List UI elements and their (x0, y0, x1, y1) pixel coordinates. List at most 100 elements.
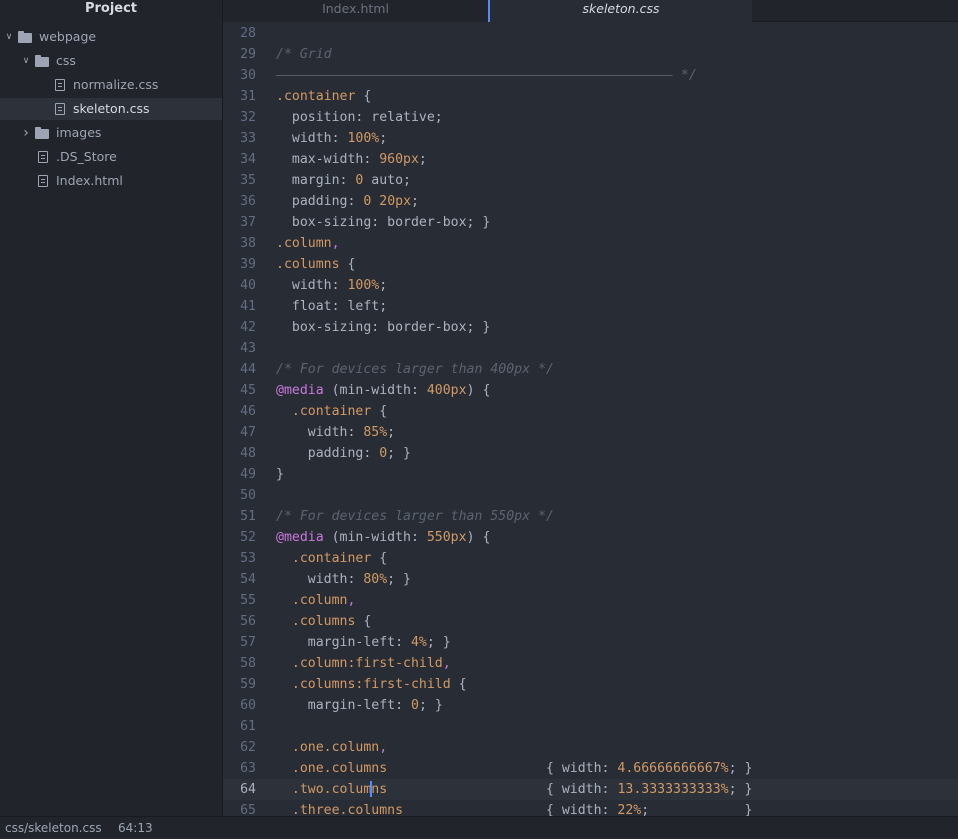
code-line[interactable]: 64 .two.columns { width: 13.3333333333%;… (223, 779, 958, 800)
line-number: 50 (240, 488, 256, 503)
file-icon (38, 175, 48, 187)
code-line[interactable]: 40 width: 100%; (223, 275, 958, 296)
code-text: /* Grid (276, 47, 332, 62)
code-line[interactable]: 48 padding: 0; } (223, 443, 958, 464)
line-number: 63 (240, 761, 256, 776)
line-number: 57 (240, 635, 256, 650)
code-line[interactable]: 59 .columns:first-child { (223, 674, 958, 695)
code-line[interactable]: 32 position: relative; (223, 107, 958, 128)
code-text: .column:first-child, (291, 656, 451, 671)
tree-item-normalize-css[interactable]: normalize.css (0, 74, 222, 96)
line-number: 34 (240, 152, 256, 167)
code-line[interactable]: 61 (223, 716, 958, 737)
code-text: .columns:first-child { (291, 677, 467, 692)
tree-item-images[interactable]: › images (0, 122, 222, 144)
line-number: 35 (240, 173, 256, 188)
tree-item-label: Index.html (56, 173, 123, 188)
code-line[interactable]: 49} (223, 464, 958, 485)
code-line[interactable]: 54 width: 80%; } (223, 569, 958, 590)
code-line[interactable]: 50 (223, 485, 958, 506)
code-text: padding: 0; } (276, 446, 411, 461)
code-line[interactable]: 57 margin-left: 4%; } (223, 632, 958, 653)
code-line[interactable]: 31 .container { (223, 86, 958, 107)
line-number: 33 (240, 131, 256, 146)
code-line[interactable]: 28 (223, 23, 958, 44)
chevron-down-icon[interactable]: ∨ (21, 50, 31, 72)
tree-item-index-html[interactable]: Index.html (0, 170, 222, 192)
code-line[interactable]: 43 (223, 338, 958, 359)
line-number: 36 (240, 194, 256, 209)
line-number: 64 (240, 782, 256, 797)
line-number: 30 (240, 68, 256, 83)
code-line[interactable]: 47 width: 85%; (223, 422, 958, 443)
line-number: 28 (240, 26, 256, 41)
code-text: padding: 0 20px; (276, 194, 419, 209)
line-number: 29 (240, 47, 256, 62)
tab-index-html[interactable]: Index.html (223, 0, 488, 22)
code-line[interactable]: 62 .one.column, (223, 737, 958, 758)
code-text: width: 85%; (276, 425, 396, 440)
tree-item-css[interactable]: ∨ css (0, 50, 222, 72)
code-line[interactable]: 60 margin-left: 0; } (223, 695, 958, 716)
code-text: max-width: 960px; (276, 152, 427, 167)
code-line[interactable]: 37 box-sizing: border-box; } (223, 212, 958, 233)
line-number: 60 (240, 698, 256, 713)
code-text: .column, (276, 236, 340, 251)
code-line[interactable]: 33 width: 100%; (223, 128, 958, 149)
tree-item-label: css (56, 53, 76, 68)
tab-skeleton-css[interactable]: skeleton.css (488, 0, 752, 23)
code-line[interactable]: 56 .columns { (223, 611, 958, 632)
code-line[interactable]: 44 /* For devices larger than 400px */ (223, 359, 958, 380)
code-text: .container { (291, 551, 388, 566)
code-line[interactable]: 65 .three.columns { width: 22%; } (223, 800, 958, 816)
tree-item-label: images (56, 125, 102, 140)
line-number: 52 (240, 530, 256, 545)
tree-item-label: .DS_Store (56, 149, 117, 164)
tab-bar: Index.html skeleton.css (223, 0, 958, 23)
code-line[interactable]: 53 .container { (223, 548, 958, 569)
line-number: 59 (240, 677, 256, 692)
line-number: 62 (240, 740, 256, 755)
code-line[interactable]: 38 .column, (223, 233, 958, 254)
code-text: @media (min-width: 400px) { (276, 383, 491, 398)
chevron-right-icon[interactable]: › (21, 122, 31, 144)
code-line[interactable]: 45 @media (min-width: 400px) { (223, 380, 958, 401)
code-line[interactable]: 34 max-width: 960px; (223, 149, 958, 170)
code-line[interactable]: 63 .one.columns { width: 4.66666666667%;… (223, 758, 958, 779)
code-line[interactable]: 42 box-sizing: border-box; } (223, 317, 958, 338)
code-editor[interactable]: 28 29 /* Grid 30 –––––––––––––––––––––––––––… (223, 22, 958, 816)
folder-icon (35, 127, 49, 139)
code-line[interactable]: 58 .column:first-child, (223, 653, 958, 674)
code-text: box-sizing: border-box; } (276, 320, 491, 335)
line-number: 32 (240, 110, 256, 125)
code-line[interactable]: 39 .columns { (223, 254, 958, 275)
code-line[interactable]: 46 .container { (223, 401, 958, 422)
code-text: margin: 0 auto; (276, 173, 411, 188)
code-line[interactable]: 51 /* For devices larger than 550px */ (223, 506, 958, 527)
code-line[interactable]: 29 /* Grid (223, 44, 958, 65)
line-number: 39 (240, 257, 256, 272)
code-line[interactable]: 36 padding: 0 20px; (223, 191, 958, 212)
chevron-down-icon[interactable]: ∨ (4, 26, 14, 48)
line-number: 61 (240, 719, 256, 734)
status-file-path[interactable]: css/skeleton.css (5, 817, 102, 839)
code-line[interactable]: 55 .column, (223, 590, 958, 611)
tree-item-ds-store[interactable]: .DS_Store (0, 146, 222, 168)
code-line[interactable]: 52 @media (min-width: 550px) { (223, 527, 958, 548)
code-line[interactable]: 30 ––––––––––––––––––––––––––––––––––––––… (223, 65, 958, 86)
cursor-position[interactable]: 64:13 (118, 817, 153, 839)
code-line[interactable]: 35 margin: 0 auto; (223, 170, 958, 191)
code-text: @media (min-width: 550px) { (276, 530, 491, 545)
file-icon (55, 103, 65, 115)
code-line[interactable]: 41 float: left; (223, 296, 958, 317)
file-icon (38, 151, 48, 163)
code-text: float: left; (276, 299, 388, 314)
status-bar: css/skeleton.css 64:13 (0, 816, 958, 838)
tree-item-label: webpage (39, 29, 97, 44)
tree-item-skeleton-css[interactable]: skeleton.css (0, 98, 222, 120)
tree-item-webpage[interactable]: ∨ webpage (0, 26, 222, 48)
code-text: width: 100%; (276, 278, 388, 293)
folder-icon (18, 31, 32, 43)
line-number: 31 (240, 89, 256, 104)
line-number: 38 (240, 236, 256, 251)
